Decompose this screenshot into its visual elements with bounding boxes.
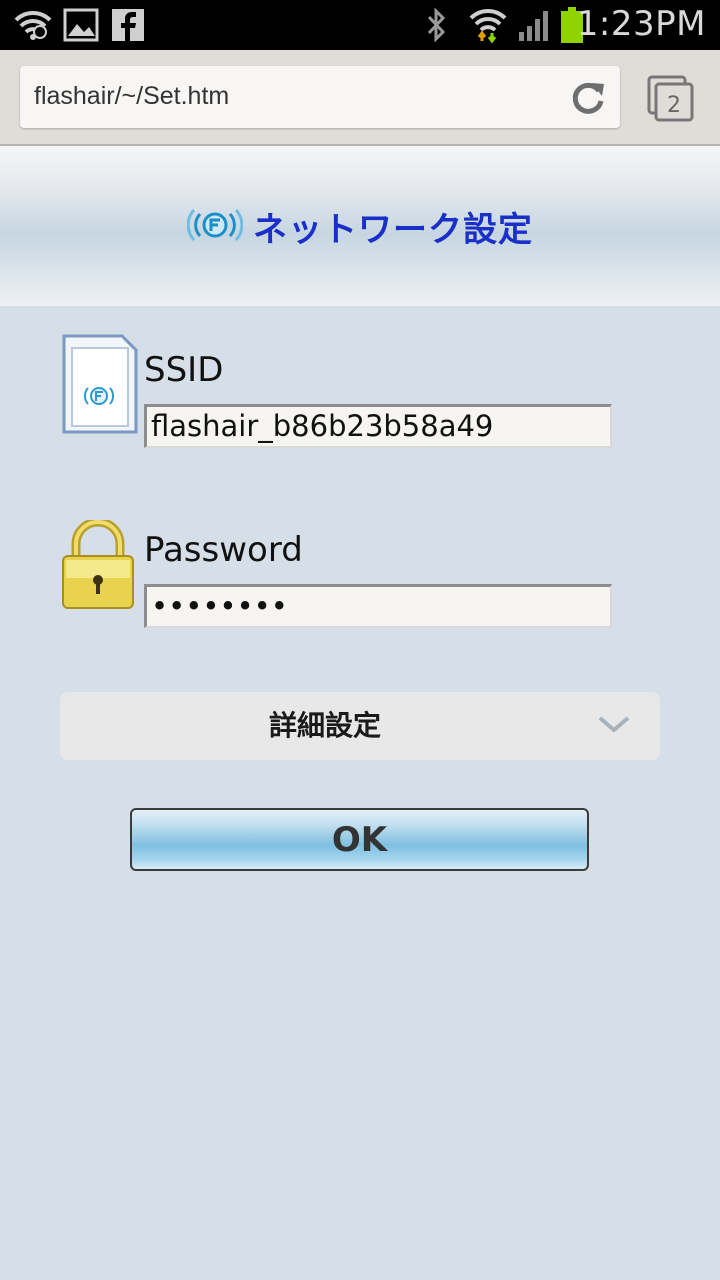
browser-toolbar: flashair/~/Set.htm 2	[0, 50, 720, 146]
page-title: ネットワーク設定	[253, 210, 533, 250]
lock-icon	[60, 517, 136, 610]
flashair-logo-icon	[186, 205, 244, 249]
ok-button-label: OK	[331, 819, 388, 860]
ssid-label: SSID	[144, 350, 224, 390]
advanced-settings-toggle[interactable]: 詳細設定	[60, 692, 660, 760]
ssid-input[interactable]: flashair_b86b23b58a49	[144, 404, 612, 448]
facebook-icon	[110, 7, 146, 43]
reload-icon[interactable]	[568, 77, 608, 117]
ok-button[interactable]: OK	[130, 808, 589, 871]
bluetooth-icon	[424, 7, 450, 43]
page-header: ネットワーク設定	[0, 146, 720, 306]
url-bar[interactable]: flashair/~/Set.htm	[20, 66, 620, 128]
advanced-settings-label: 詳細設定	[268, 709, 381, 742]
signal-icon	[516, 7, 552, 43]
tabs-button[interactable]: 2	[646, 74, 696, 124]
password-input[interactable]: ••••••••	[144, 584, 612, 628]
status-bar: 1:23PM	[0, 0, 720, 50]
gallery-icon	[62, 7, 100, 43]
tabs-icon: 2	[647, 75, 694, 122]
password-label: Password	[144, 530, 303, 570]
sd-card-icon	[60, 334, 138, 436]
url-text: flashair/~/Set.htm	[34, 82, 230, 110]
status-time: 1:23PM	[576, 4, 706, 44]
wifi-icon	[468, 7, 508, 43]
wifi-sync-icon	[12, 7, 54, 43]
tab-count: 2	[667, 93, 681, 118]
chevron-down-icon	[596, 710, 632, 738]
